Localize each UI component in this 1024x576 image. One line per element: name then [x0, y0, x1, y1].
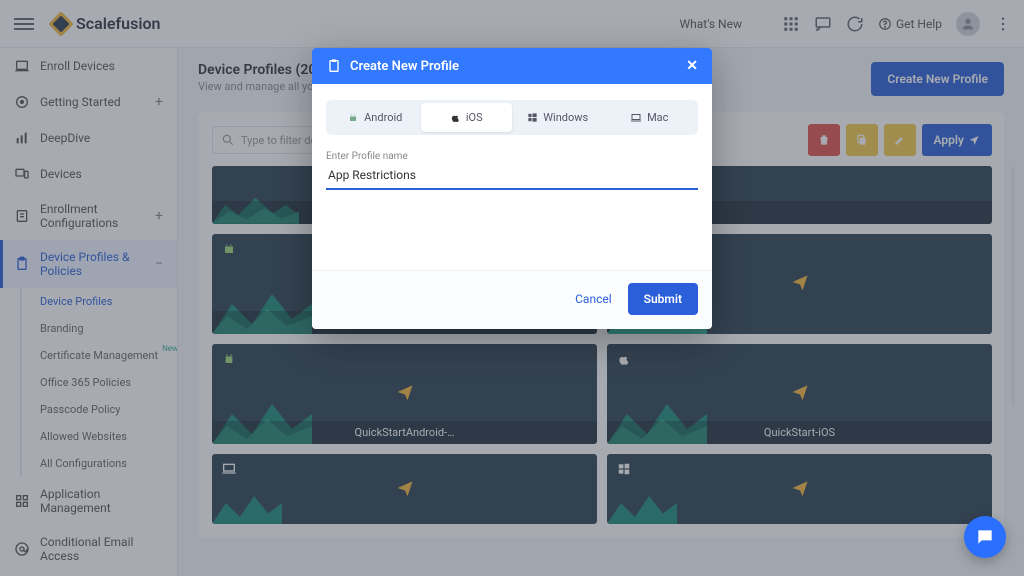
profile-name-input[interactable]: [326, 162, 698, 190]
chat-widget-button[interactable]: [964, 516, 1006, 558]
profile-name-label: Enter Profile name: [326, 151, 698, 162]
platform-tab-windows[interactable]: Windows: [512, 103, 604, 132]
apple-icon: [450, 112, 461, 123]
platform-tab-mac[interactable]: Mac: [604, 103, 696, 132]
platform-tabs: Android iOS Windows Mac: [326, 100, 698, 135]
submit-button[interactable]: Submit: [628, 283, 698, 315]
modal-title: Create New Profile: [350, 59, 459, 74]
android-icon: [347, 112, 359, 124]
modal-header: Create New Profile ✕: [312, 48, 712, 84]
mac-icon: [630, 112, 642, 124]
create-profile-modal: Create New Profile ✕ Android iOS Windows: [312, 48, 712, 329]
modal-overlay: Create New Profile ✕ Android iOS Windows: [0, 0, 1024, 576]
platform-tab-ios[interactable]: iOS: [421, 103, 513, 132]
platform-tab-android[interactable]: Android: [329, 103, 421, 132]
modal-close-button[interactable]: ✕: [686, 58, 698, 74]
clipboard-icon: [326, 58, 342, 74]
windows-icon: [527, 112, 538, 123]
cancel-button[interactable]: Cancel: [575, 292, 612, 306]
